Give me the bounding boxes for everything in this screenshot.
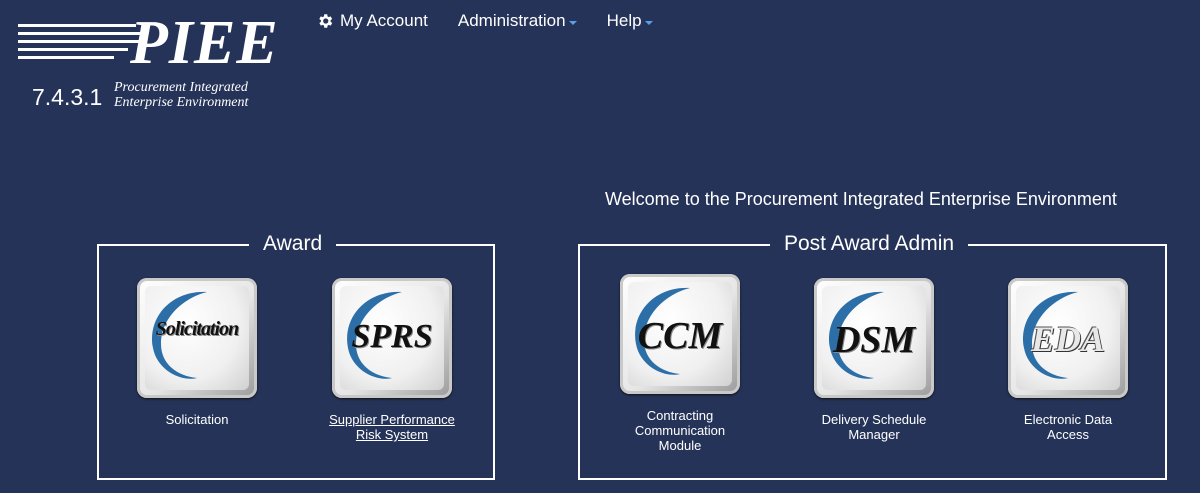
sprs-caption-link[interactable]: Supplier Performance Risk System [327,412,457,442]
dsm-tile[interactable]: DSM Delivery Schedule Manager [809,278,939,442]
solicitation-key-icon[interactable]: Solicitation [137,278,257,398]
eda-key-icon[interactable]: EDA [1008,278,1128,398]
award-group: Award Solicitation Solicitation SPRS Sup… [97,231,495,480]
ccm-key-icon[interactable]: CCM [620,274,740,394]
help-label: Help [606,11,642,30]
administration-label: Administration [457,11,566,30]
help-menu[interactable]: Help [607,10,653,32]
ccm-tile[interactable]: CCM Contracting Communication Module [615,274,745,453]
solicitation-tile[interactable]: Solicitation Solicitation [132,278,262,427]
ccm-caption: Contracting Communication Module [634,408,726,453]
dsm-caption: Delivery Schedule Manager [821,412,927,442]
eda-tile[interactable]: EDA Electronic Data Access [1003,278,1133,442]
award-group-title: Award [249,231,337,257]
tagline-line-2: Enterprise Environment [114,95,249,110]
ccm-key-label: CCM [637,315,723,357]
piee-logo[interactable]: PIEE 7.4.3.1 Procurement Integrated Ente… [18,12,280,113]
sprs-tile[interactable]: SPRS Supplier Performance Risk System [327,278,457,442]
speed-lines-icon [18,24,148,70]
eda-key-label: EDA [1030,319,1106,359]
caret-down-icon [568,21,577,25]
dsm-key-label: DSM [832,319,916,361]
sprs-key-icon[interactable]: SPRS [332,278,452,398]
welcome-message: Welcome to the Procurement Integrated En… [605,189,1117,209]
gear-icon [319,14,333,28]
post-award-admin-title: Post Award Admin [770,231,969,257]
version-number: 7.4.3.1 [32,84,103,110]
dsm-key-icon[interactable]: DSM [814,278,934,398]
my-account-link[interactable]: My Account [316,10,428,32]
eda-caption: Electronic Data Access [1023,412,1113,442]
logo-tagline: Procurement Integrated Enterprise Enviro… [114,80,248,110]
solicitation-caption: Solicitation [165,412,229,427]
sprs-key-label: SPRS [351,318,433,355]
solicitation-key-label: Solicitation [155,318,239,340]
post-award-admin-group: Post Award Admin CCM Contracting Communi… [578,231,1167,480]
logo-wordmark: PIEE [130,9,279,77]
my-account-label: My Account [340,11,428,30]
administration-menu[interactable]: Administration [458,10,577,32]
caret-down-icon [644,21,653,25]
tagline-line-1: Procurement Integrated [114,80,248,95]
top-nav: My Account Administration Help [316,10,683,32]
